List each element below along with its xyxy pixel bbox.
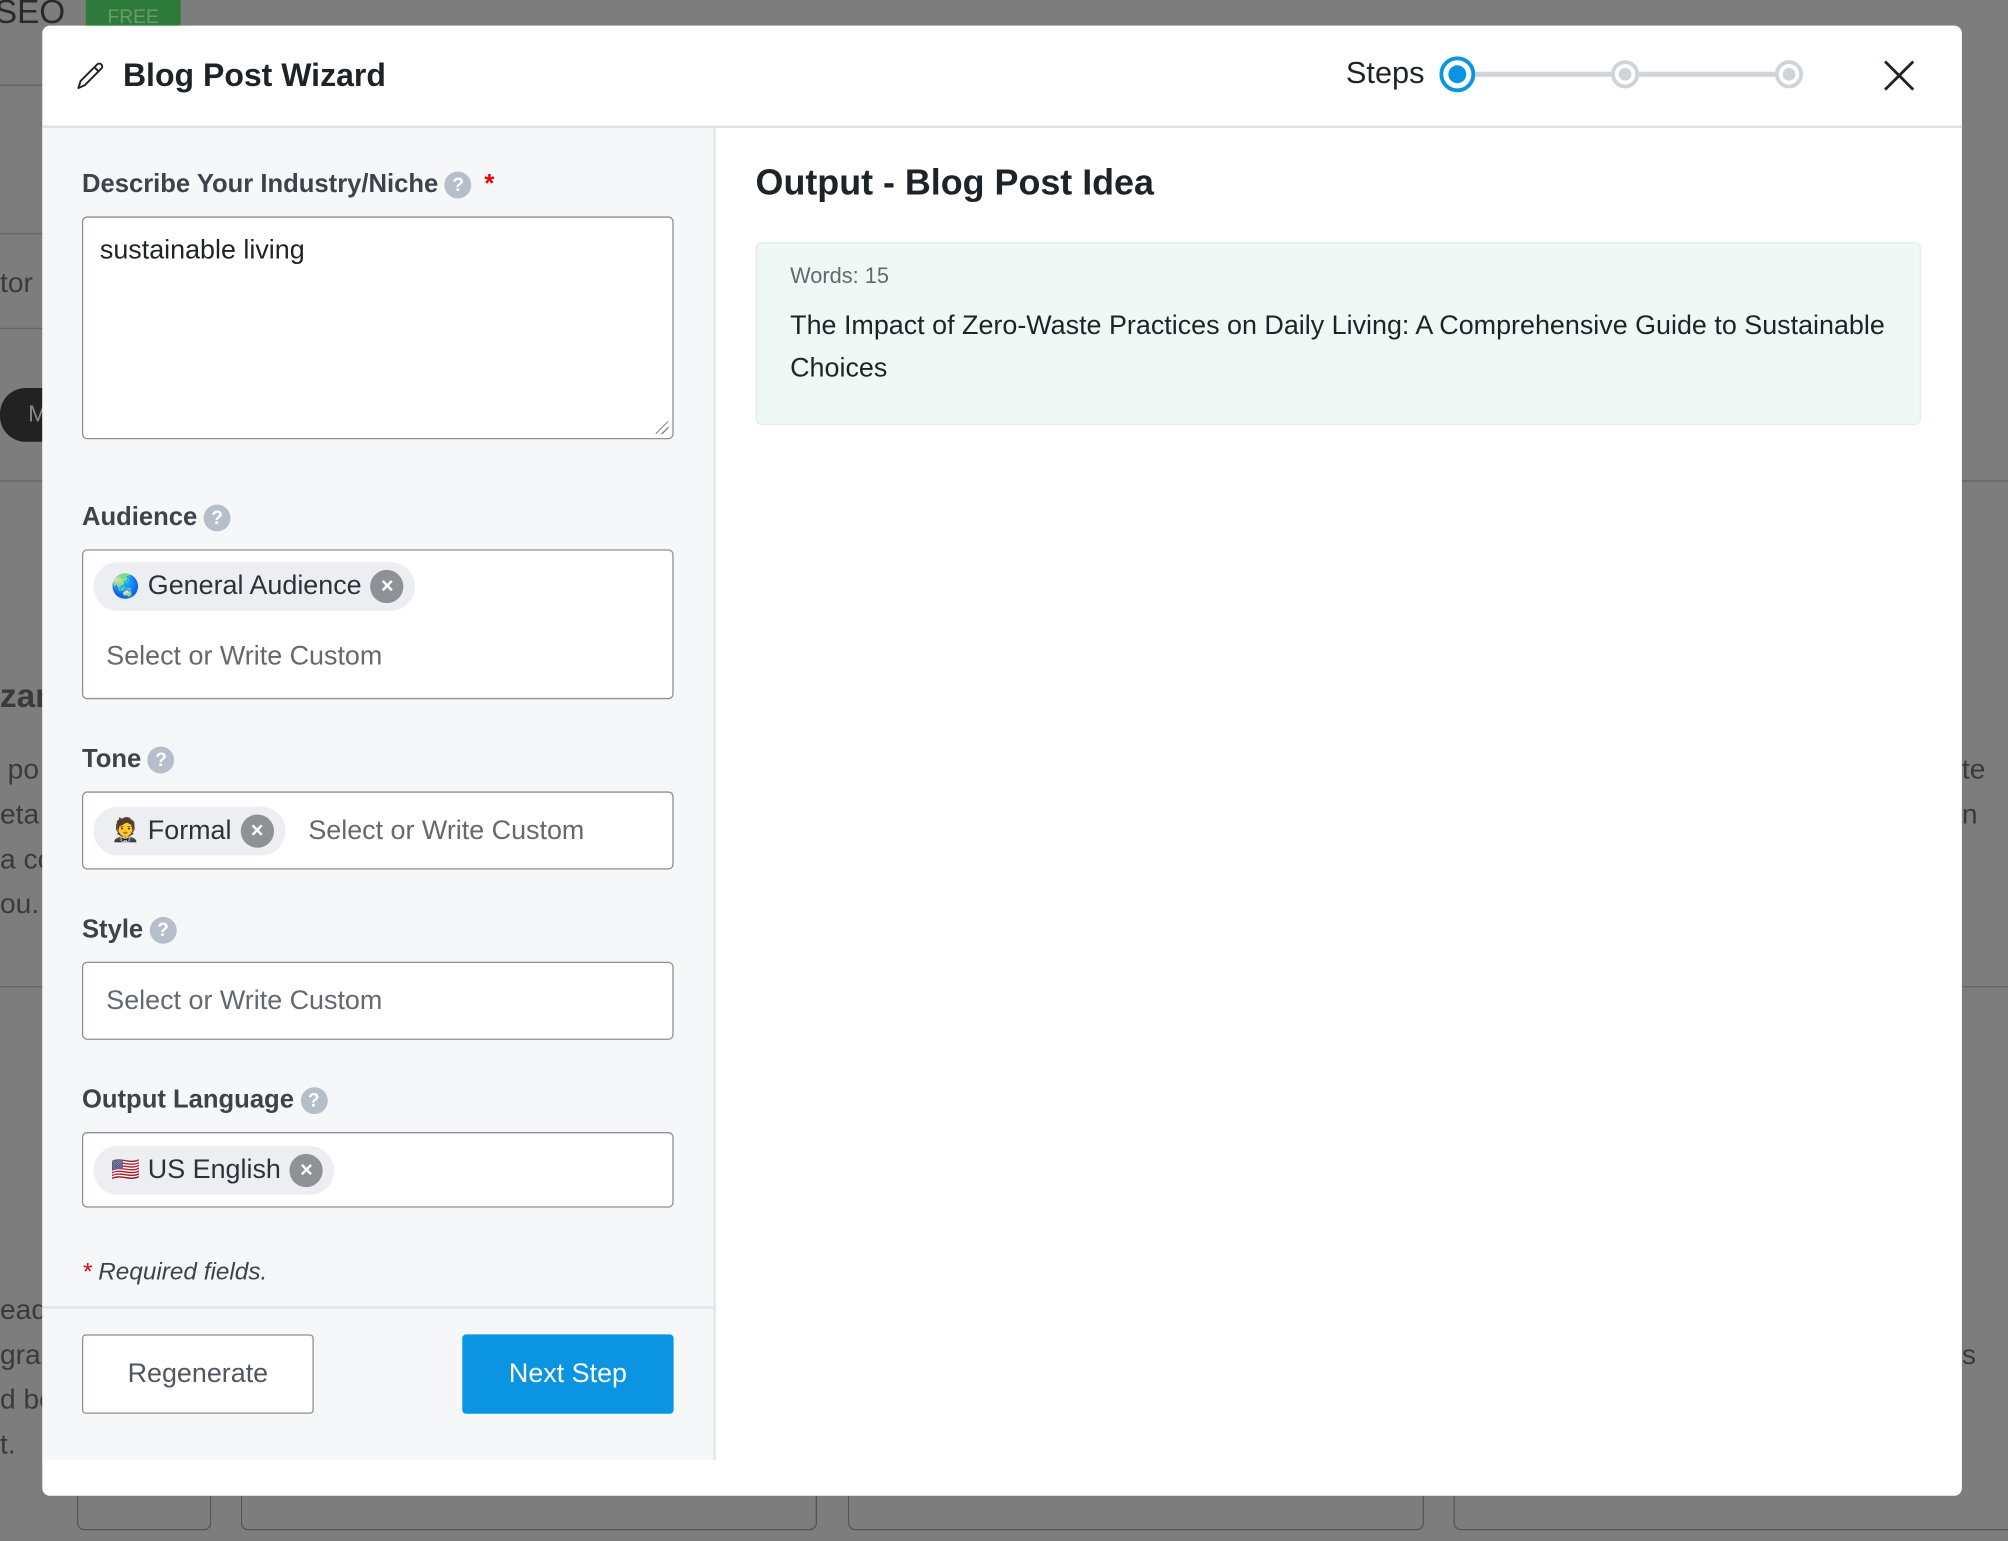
step-3[interactable] (1775, 60, 1804, 89)
step-indicator: Steps (1345, 56, 1804, 93)
form-footer: Regenerate Next Step (42, 1306, 714, 1462)
required-note-text: Required fields. (98, 1258, 268, 1286)
blog-post-wizard-modal: Blog Post Wizard Steps Describe Your Ind… (42, 25, 1962, 1496)
help-icon[interactable]: ? (149, 916, 177, 944)
output-title: Output - Blog Post Idea (755, 162, 1154, 203)
tone-label: Tone (81, 745, 142, 774)
output-panel: Output - Blog Post Idea Words: 15 The Im… (716, 128, 1962, 1496)
pencil-icon (77, 62, 104, 90)
audience-select[interactable]: 🌏 General Audience × Select or Write Custo… (81, 549, 674, 700)
language-field: Output Language? 🇺🇸 US English × (81, 1085, 674, 1208)
chip-label: US English (147, 1154, 281, 1184)
background-text: zar (0, 676, 49, 715)
style-field: Style? Select or Write Custom (81, 915, 674, 1040)
industry-value: sustainable living (99, 235, 305, 266)
background-text: ead (0, 1293, 48, 1326)
remove-chip-icon[interactable]: × (240, 813, 274, 848)
help-icon[interactable]: ? (147, 746, 175, 774)
resize-handle[interactable] (655, 421, 669, 435)
word-count: Words: 15 (790, 263, 889, 289)
regenerate-button[interactable]: Regenerate (81, 1334, 314, 1414)
tone-chip: 🤵 Formal × (93, 806, 286, 855)
blog-post-idea: The Impact of Zero-Waste Practices on Da… (790, 311, 1885, 383)
background-text: s (1961, 1338, 1976, 1371)
background-text: tor (0, 266, 33, 299)
next-step-button[interactable]: Next Step (462, 1334, 674, 1414)
modal-title: Blog Post Wizard (122, 56, 386, 93)
step-connector (1475, 71, 1612, 77)
close-icon[interactable] (1880, 56, 1918, 94)
style-input[interactable]: Select or Write Custom (106, 985, 382, 1016)
style-label: Style (81, 915, 144, 944)
us-flag-icon: 🇺🇸 (111, 1156, 141, 1183)
background-card (240, 1490, 818, 1531)
industry-label-text: Describe Your Industry/Niche (81, 170, 439, 199)
required-mark: * (81, 1258, 92, 1286)
audience-input[interactable]: Select or Write Custom (106, 642, 662, 673)
style-select[interactable]: Select or Write Custom (81, 961, 674, 1040)
language-select[interactable]: 🇺🇸 US English × (81, 1132, 674, 1208)
remove-chip-icon[interactable]: × (289, 1153, 324, 1187)
step-2[interactable] (1611, 60, 1640, 89)
globe-icon: 🌏 (111, 573, 141, 599)
step-1[interactable] (1439, 56, 1476, 93)
background-card (847, 1490, 1425, 1531)
modal-header: Blog Post Wizard Steps (42, 26, 1962, 129)
background-text: n (1961, 797, 1978, 830)
background-text: ou. (0, 887, 40, 920)
person-tuxedo-icon: 🤵 (111, 817, 141, 843)
form-panel: Describe Your Industry/Niche? * sustainab… (42, 128, 716, 1460)
audience-chip: 🌏 General Audience × (93, 562, 416, 611)
audience-field: Audience? 🌏 General Audience × Select or W… (81, 503, 674, 700)
step-connector (1639, 71, 1776, 77)
background-text: eta (0, 797, 40, 830)
output-box: Words: 15 The Impact of Zero-Waste Pract… (755, 242, 1921, 426)
required-note: * Required fields. (82, 1259, 267, 1287)
remove-chip-icon[interactable]: × (370, 569, 404, 604)
help-icon[interactable]: ? (300, 1087, 328, 1115)
tone-field: Tone? 🤵 Formal × Select or Write Custom (81, 745, 674, 870)
language-label: Output Language (81, 1085, 294, 1115)
background-text: te (1961, 752, 1986, 786)
help-icon[interactable]: ? (203, 504, 231, 532)
tone-select[interactable]: 🤵 Formal × Select or Write Custom (81, 791, 674, 870)
background-text: po (7, 752, 40, 786)
divider (1959, 986, 2008, 988)
background-card (1453, 1490, 2008, 1531)
background-card (76, 1490, 212, 1531)
industry-label: Describe Your Industry/Niche? * (82, 170, 674, 199)
steps-label: Steps (1345, 56, 1425, 91)
divider (1959, 480, 2008, 482)
industry-field: Describe Your Industry/Niche? * sustainab… (81, 170, 674, 440)
chip-label: General Audience (147, 571, 362, 601)
language-chip: 🇺🇸 US English × (93, 1145, 335, 1195)
audience-label: Audience (81, 503, 198, 532)
required-mark: * (484, 170, 495, 199)
background-free-badge: FREE (85, 0, 181, 28)
help-icon[interactable]: ? (444, 171, 472, 199)
chip-label: Formal (147, 815, 232, 845)
tone-input[interactable]: Select or Write Custom (308, 815, 584, 846)
background-text: t. (0, 1427, 16, 1460)
industry-textarea[interactable]: sustainable living (81, 216, 674, 440)
